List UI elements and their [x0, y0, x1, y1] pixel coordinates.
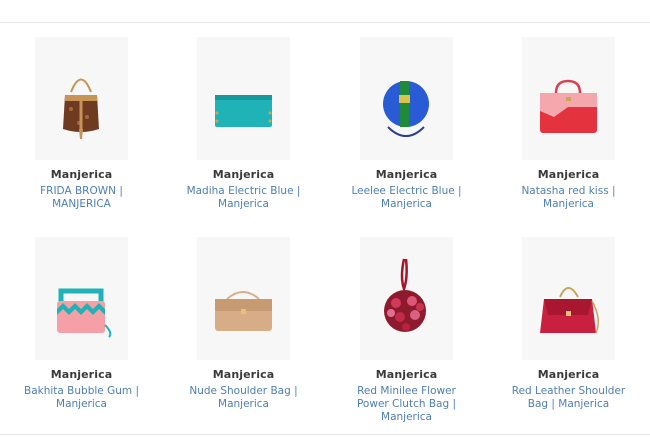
- product-title-link[interactable]: Natasha red kiss | Manjerica: [504, 185, 634, 211]
- shoulder-bag-red-icon[interactable]: [522, 237, 615, 360]
- shoulder-bag-nude-icon[interactable]: [197, 237, 290, 360]
- product-title-link[interactable]: Leelee Electric Blue | Manjerica: [342, 185, 472, 211]
- product-title-link[interactable]: Madiha Electric Blue | Manjerica: [179, 185, 309, 211]
- product-title-link[interactable]: Red Leather Shoulder Bag | Manjerica: [504, 385, 634, 411]
- product-card[interactable]: Manjerica Red Leather Shoulder Bag | Man…: [487, 237, 650, 411]
- product-row-1: Manjerica FRIDA BROWN | MANJERICA Manjer…: [0, 37, 650, 237]
- product-card[interactable]: Manjerica Leelee Electric Blue | Manjeri…: [325, 37, 488, 211]
- tote-red-pink-icon[interactable]: [522, 37, 615, 160]
- product-row-2: Manjerica Bakhita Bubble Gum | Manjerica…: [0, 237, 650, 437]
- product-title-link[interactable]: Bakhita Bubble Gum | Manjerica: [17, 385, 147, 411]
- product-card[interactable]: Manjerica FRIDA BROWN | MANJERICA: [0, 37, 163, 211]
- product-card[interactable]: Manjerica Natasha red kiss | Manjerica: [487, 37, 650, 211]
- product-card[interactable]: Manjerica Madiha Electric Blue | Manjeri…: [162, 37, 325, 211]
- clutch-teal-icon[interactable]: [197, 37, 290, 160]
- product-card[interactable]: Manjerica Bakhita Bubble Gum | Manjerica: [0, 237, 163, 411]
- round-bag-blue-icon[interactable]: [360, 37, 453, 160]
- product-brand: Manjerica: [212, 168, 275, 181]
- product-title-link[interactable]: Nude Shoulder Bag | Manjerica: [179, 385, 309, 411]
- product-title-link[interactable]: Red Minilee Flower Power Clutch Bag | Ma…: [342, 385, 472, 424]
- product-card[interactable]: Manjerica Red Minilee Flower Power Clutc…: [325, 237, 488, 424]
- product-brand: Manjerica: [50, 368, 113, 381]
- product-brand: Manjerica: [375, 368, 438, 381]
- product-brand: Manjerica: [537, 368, 600, 381]
- product-brand: Manjerica: [375, 168, 438, 181]
- wave-bag-pink-teal-icon[interactable]: [35, 237, 128, 360]
- product-brand: Manjerica: [212, 368, 275, 381]
- flower-clutch-red-icon[interactable]: [360, 237, 453, 360]
- product-card[interactable]: Manjerica Nude Shoulder Bag | Manjerica: [162, 237, 325, 411]
- bucket-bag-brown-icon[interactable]: [35, 37, 128, 160]
- top-bar: [0, 0, 650, 23]
- product-brand: Manjerica: [50, 168, 113, 181]
- product-grid: Manjerica FRIDA BROWN | MANJERICA Manjer…: [0, 37, 650, 437]
- product-title-link[interactable]: FRIDA BROWN | MANJERICA: [17, 185, 147, 211]
- product-brand: Manjerica: [537, 168, 600, 181]
